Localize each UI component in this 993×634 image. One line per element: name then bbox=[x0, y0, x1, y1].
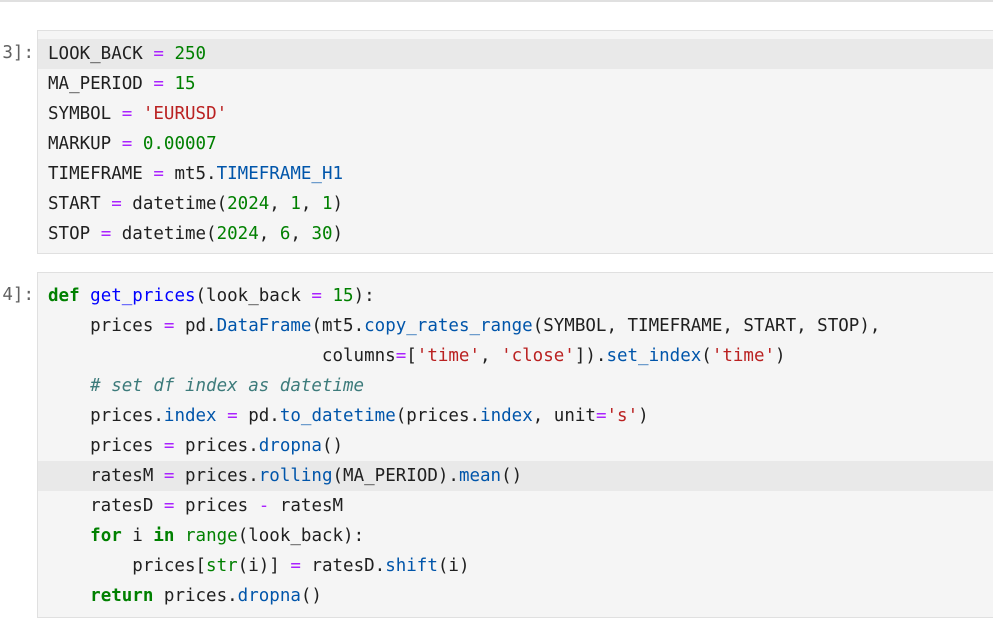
code-line: prices = prices.dropna() bbox=[48, 436, 344, 456]
code-line: prices[str(i)] = ratesD.shift(i) bbox=[48, 556, 470, 576]
top-divider bbox=[0, 0, 993, 2]
code-editor[interactable]: LOOK_BACK = 250 MA_PERIOD = 15 SYMBOL = … bbox=[38, 31, 993, 249]
code-line: ratesD = prices - ratesM bbox=[48, 496, 344, 516]
code-line: TIMEFRAME = mt5.TIMEFRAME_H1 bbox=[48, 164, 344, 184]
code-line: columns=['time', 'close']).set_index('ti… bbox=[48, 346, 786, 366]
code-editor[interactable]: def get_prices(look_back = 15): prices =… bbox=[38, 273, 993, 611]
code-line: ratesM = prices.rolling(MA_PERIOD).mean(… bbox=[38, 461, 993, 491]
code-line: # set df index as datetime bbox=[90, 376, 365, 396]
code-line: LOOK_BACK = 250 bbox=[38, 39, 993, 69]
code-line: prices.index = pd.to_datetime(prices.ind… bbox=[48, 406, 649, 426]
code-line: return prices.dropna() bbox=[90, 586, 322, 606]
code-line: START = datetime(2024, 1, 1) bbox=[48, 194, 344, 214]
code-line: for i in range(look_back): bbox=[90, 526, 365, 546]
code-text: LOOK_BACK = 250 bbox=[48, 44, 207, 64]
code-line: STOP = datetime(2024, 6, 30) bbox=[48, 224, 344, 244]
cell-prompt: 3]: bbox=[2, 43, 34, 63]
cell-prompt: 4]: bbox=[2, 285, 34, 305]
code-line: MARKUP = 0.00007 bbox=[48, 134, 217, 154]
code-cell-constants[interactable]: LOOK_BACK = 250 MA_PERIOD = 15 SYMBOL = … bbox=[37, 30, 993, 254]
code-line: SYMBOL = 'EURUSD' bbox=[48, 104, 228, 124]
code-line: def get_prices(look_back = 15): bbox=[48, 286, 375, 306]
notebook-page: 3]: LOOK_BACK = 250 MA_PERIOD = 15 SYMBO… bbox=[0, 0, 993, 634]
code-line: prices = pd.DataFrame(mt5.copy_rates_ran… bbox=[48, 316, 881, 336]
code-cell-get-prices[interactable]: def get_prices(look_back = 15): prices =… bbox=[37, 272, 993, 618]
code-line: MA_PERIOD = 15 bbox=[48, 74, 196, 94]
